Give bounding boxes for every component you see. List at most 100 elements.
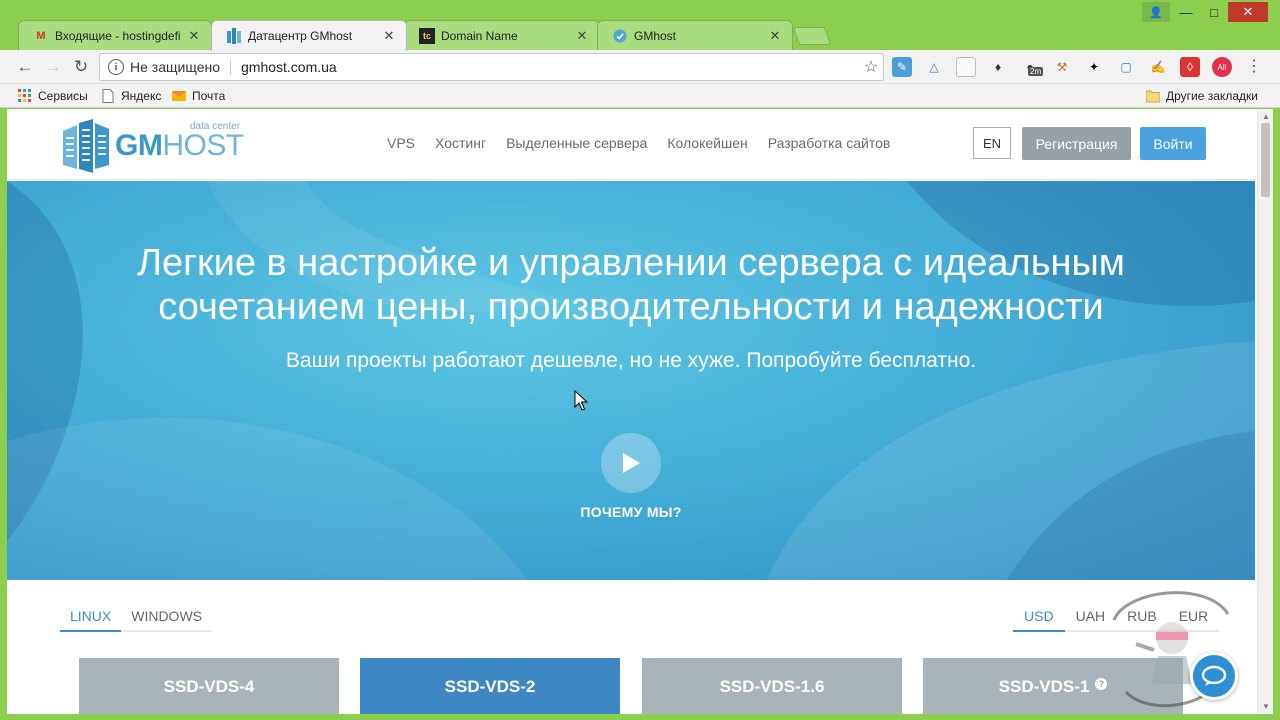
- plan-card-ssd-vds-2[interactable]: SSD-VDS-2: [360, 658, 620, 714]
- hero-title-line-1: Легкие в настройке и управлении сервера …: [137, 242, 1125, 284]
- minimize-button[interactable]: —: [1172, 2, 1200, 22]
- hero-subtitle: Ваши проекты работают дешевле, но не хуж…: [285, 349, 977, 372]
- nav-dedicated[interactable]: Выделенные сервера: [506, 135, 647, 151]
- mail-icon: [172, 91, 186, 101]
- mouse-cursor-icon: [574, 390, 588, 411]
- nav-colocation[interactable]: Колокейшен: [667, 135, 747, 151]
- play-icon: [623, 453, 640, 473]
- folder-icon: [1146, 90, 1160, 103]
- gmhost-icon: [226, 28, 242, 44]
- os-tabs: LINUX WINDOWS: [60, 602, 212, 632]
- bookmark-services[interactable]: Сервисы: [18, 87, 88, 105]
- gmhost-logo[interactable]: GMHOST data center: [63, 119, 244, 173]
- browser-toolbar: ← → ↻ i Не защищено gmhost.com.ua ☆ ✎ △ …: [0, 50, 1280, 84]
- logo-subtitle: data center: [190, 121, 241, 132]
- gmail-icon: M: [36, 29, 46, 42]
- login-button[interactable]: Войти: [1140, 127, 1206, 160]
- window-controls: — □ ✕: [1172, 2, 1268, 24]
- scrollbar-thumb[interactable]: [1261, 123, 1270, 197]
- extension-pdf-icon[interactable]: ◊: [1180, 57, 1200, 77]
- omnibox-divider: [230, 59, 231, 75]
- bookmark-label: Яндекс: [121, 89, 162, 103]
- maximize-button[interactable]: □: [1200, 2, 1228, 22]
- close-tab-icon[interactable]: ✕: [575, 28, 589, 44]
- browser-tab-gmhost-datacenter[interactable]: Датацентр GMhost ✕: [211, 20, 407, 51]
- logo-building-icon: [63, 119, 109, 173]
- page-scrollbar[interactable]: ▲ ▼: [1257, 109, 1273, 714]
- extension-badge: 2m: [1028, 67, 1044, 76]
- logo-gm: GM: [115, 129, 163, 162]
- chat-bubble-icon: [1201, 665, 1227, 686]
- bookmarks-bar: Сервисы Яндекс Почта Другие закладки: [0, 84, 1280, 108]
- forward-arrow-icon[interactable]: →: [42, 56, 64, 78]
- extension-ali-icon[interactable]: Ali: [1212, 57, 1232, 77]
- nav-web-dev[interactable]: Разработка сайтов: [768, 135, 891, 151]
- extension-ninja-icon[interactable]: ✦: [1084, 57, 1104, 77]
- close-window-button[interactable]: ✕: [1228, 2, 1268, 22]
- reload-icon[interactable]: ↻: [70, 56, 92, 78]
- why-us-link[interactable]: ПОЧЕМУ МЫ?: [7, 504, 1255, 520]
- plan-name: SSD-VDS-2: [444, 677, 536, 696]
- logo-host: HOST: [162, 129, 244, 162]
- tab-label: Датацентр GMhost: [248, 29, 353, 43]
- hero-banner: Легкие в настройке и управлении сервера …: [7, 181, 1255, 580]
- site-header: GMHOST data center VPS Хостинг Выделенны…: [7, 109, 1255, 180]
- info-icon[interactable]: i: [108, 59, 124, 75]
- bookmark-other[interactable]: Другие закладки: [1146, 87, 1258, 105]
- extension-drop-icon[interactable]: △: [924, 57, 944, 77]
- browser-tab-domain-name[interactable]: tc Domain Name ✕: [404, 20, 600, 50]
- tab-strip: 👤 — □ ✕ M Входящие - hostingdefi ✕ Датац…: [0, 0, 1280, 51]
- tab-windows[interactable]: WINDOWS: [121, 602, 212, 632]
- language-button[interactable]: EN: [973, 127, 1011, 159]
- extension-hammer-icon[interactable]: ⚒: [1052, 57, 1072, 77]
- nav-vps[interactable]: VPS: [387, 135, 415, 151]
- plan-name: SSD-VDS-4: [163, 677, 255, 696]
- extension-timer-icon[interactable]: ● 2m: [1020, 57, 1044, 77]
- register-button[interactable]: Регистрация: [1022, 127, 1131, 160]
- main-nav: VPS Хостинг Выделенные сервера Колокейше…: [387, 135, 890, 151]
- bookmark-star-icon[interactable]: ☆: [859, 57, 883, 77]
- new-tab-button[interactable]: [792, 27, 832, 45]
- browser-tab-gmail[interactable]: M Входящие - hostingdefi ✕: [18, 20, 212, 50]
- extension-note-icon[interactable]: ✎: [892, 57, 912, 77]
- hero-title: Легкие в настройке и управлении сервера …: [7, 241, 1255, 329]
- url-text[interactable]: gmhost.com.ua: [241, 59, 859, 75]
- close-tab-icon[interactable]: ✕: [768, 28, 782, 44]
- tab-label: GMhost: [634, 28, 677, 43]
- browser-menu-icon[interactable]: ⋮: [1246, 57, 1262, 77]
- address-bar[interactable]: i Не защищено gmhost.com.ua ☆: [99, 53, 884, 81]
- bookmark-label: Сервисы: [38, 89, 88, 103]
- page-viewport: GMHOST data center VPS Хостинг Выделенны…: [7, 109, 1273, 714]
- plan-name: SSD-VDS-1.6: [719, 677, 825, 696]
- browser-tab-gmhost[interactable]: GMhost ✕: [597, 20, 793, 50]
- scroll-down-icon[interactable]: ▼: [1262, 702, 1270, 711]
- extension-dropper-icon[interactable]: ✍: [1148, 57, 1168, 77]
- close-tab-icon[interactable]: ✕: [187, 28, 201, 44]
- tab-label: Входящие - hostingdefi: [55, 28, 181, 43]
- tc-icon: tc: [419, 27, 435, 44]
- gmhost-round-icon: [612, 28, 628, 44]
- extension-puzzle-icon[interactable]: ♦: [988, 57, 1008, 77]
- logo-wordmark: GMHOST: [115, 131, 244, 161]
- extension-screenshot-icon[interactable]: ▢: [1116, 57, 1136, 77]
- play-video-button[interactable]: [601, 433, 661, 493]
- bookmark-label: Почта: [192, 89, 226, 103]
- nav-hosting[interactable]: Хостинг: [435, 135, 486, 151]
- scroll-up-icon[interactable]: ▲: [1262, 112, 1270, 121]
- security-status[interactable]: Не защищено: [130, 59, 220, 75]
- extension-page-icon[interactable]: [956, 57, 976, 77]
- tab-linux[interactable]: LINUX: [60, 602, 122, 632]
- bookmark-mail[interactable]: Почта: [172, 87, 225, 105]
- page-icon: [102, 89, 114, 103]
- apps-grid-icon: [18, 89, 31, 102]
- plan-name: SSD-VDS-1: [998, 677, 1090, 696]
- plan-card-ssd-vds-1-6[interactable]: SSD-VDS-1.6: [642, 658, 902, 714]
- profile-icon[interactable]: 👤: [1142, 2, 1170, 22]
- bookmark-label: Другие закладки: [1166, 89, 1258, 103]
- back-arrow-icon[interactable]: ←: [14, 56, 36, 78]
- chat-widget-button[interactable]: [1190, 652, 1238, 700]
- tab-usd[interactable]: USD: [1013, 602, 1065, 632]
- close-tab-icon[interactable]: ✕: [382, 28, 396, 44]
- bookmark-yandex[interactable]: Яндекс: [101, 87, 161, 105]
- plan-card-ssd-vds-4[interactable]: SSD-VDS-4: [79, 658, 339, 714]
